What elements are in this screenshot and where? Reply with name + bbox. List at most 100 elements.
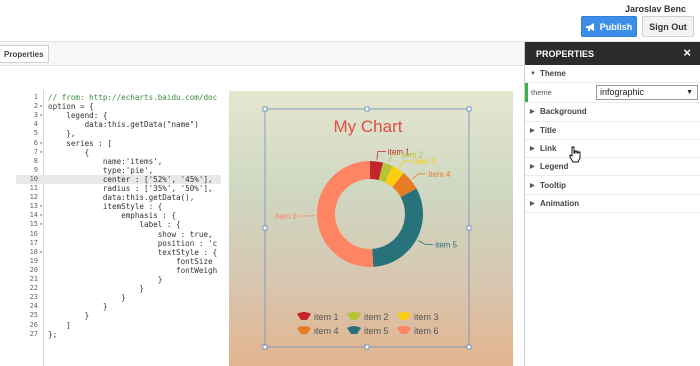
- pie-slice: [316, 161, 374, 267]
- code-text: option = {: [48, 102, 94, 112]
- section-label: Link: [540, 144, 557, 154]
- line-number: 16: [29, 229, 38, 238]
- triangle-down-icon: ▼: [530, 70, 536, 77]
- close-icon[interactable]: ×: [683, 46, 691, 60]
- code-line[interactable]: 2 ▾ option = {: [16, 102, 221, 111]
- code-text: }: [48, 311, 90, 321]
- line-number: 24: [29, 302, 38, 311]
- code-text: data:this.getData("name"): [48, 120, 199, 130]
- code-text: fontWeigh: [48, 265, 218, 275]
- resize-handle: [466, 225, 472, 231]
- code-line[interactable]: 9 type:'pie',: [16, 166, 221, 175]
- line-number: 5: [33, 129, 38, 138]
- label-leader-line: [412, 173, 427, 180]
- code-text: },: [48, 129, 76, 139]
- line-number: 26: [29, 320, 38, 329]
- fold-arrow-icon[interactable]: ▾: [38, 211, 44, 220]
- code-line[interactable]: 13 ▾ itemStyle : {: [16, 202, 221, 211]
- code-line[interactable]: 5 },: [16, 129, 221, 138]
- sign-out-button[interactable]: Sign Out: [642, 16, 694, 37]
- code-line[interactable]: 15 ▾ label : {: [16, 220, 221, 229]
- code-line[interactable]: 10 center : ['52%', '45%'],: [16, 174, 221, 184]
- fold-arrow-icon[interactable]: ▾: [38, 220, 44, 229]
- legend-swatch: [297, 326, 311, 334]
- code-line[interactable]: 23 }: [16, 293, 221, 302]
- code-line[interactable]: 12 data:this.getData(),: [16, 193, 221, 202]
- code-line[interactable]: 26 ]: [16, 321, 221, 330]
- resize-handle: [364, 106, 370, 112]
- code-line[interactable]: 24 }: [16, 302, 221, 311]
- section-title[interactable]: ▶ Title: [525, 122, 700, 140]
- code-line[interactable]: 20 fontWeigh: [16, 266, 221, 275]
- code-line[interactable]: 14 ▾ emphasis : {: [16, 211, 221, 220]
- hand-cursor-icon: [569, 146, 581, 163]
- code-line[interactable]: 3 ▾ legend: {: [16, 111, 221, 120]
- fold-arrow-icon[interactable]: ▾: [38, 248, 44, 257]
- code-line[interactable]: 6 ▾ series : [: [16, 139, 221, 148]
- section-label: Tooltip: [540, 180, 567, 190]
- code-text: show : true,: [48, 229, 213, 239]
- code-line[interactable]: 11 radius : ['35%', '50%'],: [16, 184, 221, 193]
- legend-label: item 2: [364, 312, 389, 322]
- slice-label: item 5: [435, 240, 457, 249]
- publish-button[interactable]: Publish: [581, 16, 637, 37]
- section-tooltip[interactable]: ▶ Tooltip: [525, 176, 700, 195]
- code-line[interactable]: 16 show : true,: [16, 230, 221, 239]
- top-header: Jaroslav Benc Publish Sign Out: [0, 0, 700, 42]
- line-number: 18: [29, 247, 38, 256]
- section-label: Background: [540, 107, 587, 117]
- code-line[interactable]: 19 fontSize: [16, 257, 221, 266]
- fold-arrow-icon[interactable]: ▾: [38, 111, 44, 120]
- properties-header: PROPERTIES ×: [525, 42, 700, 65]
- line-number: 27: [29, 329, 38, 338]
- legend-swatch: [397, 326, 411, 334]
- code-text: data:this.getData(),: [48, 193, 195, 203]
- code-text: name:'items',: [48, 156, 163, 166]
- editor-toolbar: Properties: [0, 42, 524, 66]
- section-legend[interactable]: ▶ Legend: [525, 158, 700, 177]
- code-line[interactable]: 21 }: [16, 275, 221, 284]
- label-leader-line: [376, 151, 386, 160]
- user-name[interactable]: Jaroslav Benc: [625, 4, 686, 14]
- code-text: }: [48, 284, 145, 294]
- code-text: itemStyle : {: [48, 202, 163, 212]
- code-line[interactable]: 7 ▾ {: [16, 148, 221, 157]
- chart-preview[interactable]: My Chart item 1 item 2 item 3 item 4 item 5 it…: [229, 91, 513, 366]
- code-line[interactable]: 1 // from: http://echarts.baidu.com/doc: [16, 93, 221, 102]
- code-text: textStyle : {: [48, 247, 218, 257]
- code-line[interactable]: 8 name:'items',: [16, 157, 221, 166]
- code-text: // from: http://echarts.baidu.com/doc: [48, 93, 218, 102]
- slice-label: item 6: [275, 212, 297, 221]
- code-editor[interactable]: 1// from: http://echarts.baidu.com/doc 2 ▾…: [16, 90, 221, 366]
- properties-tab[interactable]: Properties: [0, 45, 49, 63]
- line-number: 10: [29, 174, 38, 183]
- section-background[interactable]: ▶ Background: [525, 103, 700, 122]
- fold-arrow-icon[interactable]: ▾: [38, 139, 44, 148]
- code-line[interactable]: 25 }: [16, 311, 221, 320]
- line-number: 25: [29, 311, 38, 320]
- triangle-right-icon: ▶: [530, 109, 535, 116]
- code-text: type:'pie',: [48, 165, 154, 175]
- code-line[interactable]: 22 }: [16, 284, 221, 293]
- code-line[interactable]: 17 position : 'c: [16, 239, 221, 248]
- section-animation[interactable]: ▶ Animation: [525, 195, 700, 214]
- dropdown-arrow-icon: ▼: [686, 89, 693, 97]
- chart-svg: My Chart item 1 item 2 item 3 item 4 item 5 it…: [262, 106, 472, 350]
- fold-arrow-icon[interactable]: ▾: [38, 102, 44, 111]
- pie-slice: [372, 188, 423, 267]
- code-text: }: [48, 275, 163, 284]
- theme-select[interactable]: infographic ▼: [596, 85, 698, 101]
- section-theme[interactable]: ▼ Theme: [525, 65, 700, 84]
- code-line[interactable]: 27};: [16, 330, 221, 339]
- code-line[interactable]: 4 data:this.getData("name"): [16, 120, 221, 129]
- code-text: }: [48, 293, 126, 303]
- resize-handle: [466, 106, 472, 112]
- theme-label: theme: [531, 88, 552, 98]
- section-link[interactable]: ▶ Link: [525, 140, 700, 159]
- fold-arrow-icon[interactable]: ▾: [38, 202, 44, 211]
- fold-arrow-icon[interactable]: ▾: [38, 148, 44, 157]
- code-text: label : {: [48, 220, 181, 230]
- line-number: 15: [29, 220, 38, 229]
- code-line[interactable]: 18 ▾ textStyle : {: [16, 248, 221, 257]
- properties-sections: ▼ Theme theme infographic ▼ ▶ Background ▶ Title…: [525, 65, 700, 214]
